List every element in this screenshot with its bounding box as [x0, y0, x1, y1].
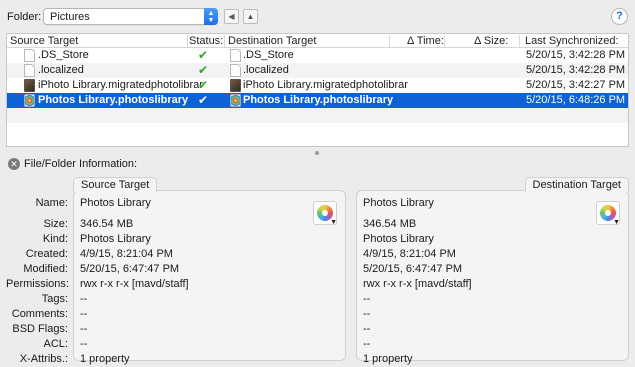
photos-library-icon	[230, 94, 241, 107]
source-bsd-flags: --	[80, 323, 88, 335]
destination-bsd-flags: --	[363, 323, 371, 335]
destination-created: 4/9/15, 8:21:04 PM	[363, 248, 456, 260]
iphoto-library-icon	[24, 79, 35, 92]
label-xattribs: X-Attribs.:	[19, 353, 68, 365]
column-header-last-synchronized[interactable]: Last Synchronized:	[525, 35, 619, 47]
source-comments: --	[80, 308, 88, 320]
folder-label: Folder:	[7, 11, 42, 23]
photos-library-icon	[24, 94, 35, 107]
last-synchronized: 5/20/15, 3:42:28 PM	[526, 49, 626, 61]
column-header-delta-time[interactable]: Δ Time:	[407, 35, 444, 47]
document-icon	[24, 49, 35, 62]
destination-filename: .DS_Store	[243, 49, 294, 61]
document-icon	[230, 64, 241, 77]
file-table[interactable]: Source Target Status: Destination Target…	[6, 33, 629, 147]
destination-tags: --	[363, 293, 371, 305]
source-filename: .DS_Store	[38, 49, 89, 61]
column-divider	[389, 35, 390, 47]
source-permissions: rwx r-x r-x [mavd/staff]	[80, 278, 189, 290]
source-size: 346.54 MB	[80, 218, 134, 230]
destination-name: Photos Library	[363, 197, 434, 209]
column-header-destination[interactable]: Destination Target	[228, 35, 316, 47]
destination-filename: .localized	[243, 64, 289, 76]
source-modified: 5/20/15, 6:47:47 PM	[80, 263, 180, 275]
iphoto-library-icon	[230, 79, 241, 92]
source-target-tab[interactable]: Source Target	[73, 177, 158, 192]
column-divider	[444, 35, 445, 47]
destination-kind: Photos Library	[363, 233, 434, 245]
source-created: 4/9/15, 8:21:04 PM	[80, 248, 173, 260]
info-labels: Name: Size: Kind: Created: Modified: Per…	[6, 197, 69, 367]
back-button[interactable]: ◀	[224, 9, 239, 24]
triangle-up-icon: ▲	[246, 12, 255, 21]
up-button[interactable]: ▲	[243, 9, 258, 24]
column-divider	[224, 35, 225, 47]
destination-xattribs: 1 property	[363, 353, 413, 365]
table-row[interactable]: .DS_Store ✔ .DS_Store 5/20/15, 3:42:28 P…	[7, 48, 628, 63]
destination-acl: --	[363, 338, 371, 350]
close-circle-icon[interactable]: ✕	[8, 158, 20, 170]
triangle-left-icon: ◀	[228, 12, 235, 21]
source-acl: --	[80, 338, 88, 350]
last-synchronized: 5/20/15, 3:42:28 PM	[526, 64, 626, 76]
destination-filename: Photos Library.photoslibrary	[243, 94, 394, 106]
source-target-panel: Source Target Photos Library 346.54 MB P…	[73, 177, 346, 365]
destination-size: 346.54 MB	[363, 218, 417, 230]
label-created: Created:	[25, 248, 68, 260]
source-kind: Photos Library	[80, 233, 151, 245]
source-values: Photos Library 346.54 MB Photos Library …	[80, 197, 189, 367]
source-name: Photos Library	[80, 197, 151, 209]
source-xattribs: 1 property	[80, 353, 130, 365]
checkmark-icon: ✔	[198, 93, 209, 107]
table-row[interactable]: iPhoto Library.migratedphotolibrar ✔ iPh…	[7, 78, 628, 93]
folder-select[interactable]: Pictures ▲ ▼	[43, 8, 218, 25]
destination-target-panel: Destination Target Photos Library 346.54…	[356, 177, 629, 365]
source-tags: --	[80, 293, 88, 305]
label-permissions: Permissions:	[6, 278, 69, 290]
destination-comments: --	[363, 308, 371, 320]
source-filename: Photos Library.photoslibrary	[38, 94, 189, 106]
table-row[interactable]: .localized ✔ .localized 5/20/15, 3:42:28…	[7, 63, 628, 78]
destination-permissions: rwx r-x r-x [mavd/staff]	[363, 278, 472, 290]
label-kind: Kind:	[42, 233, 68, 245]
label-tags: Tags:	[41, 293, 68, 305]
document-icon	[230, 49, 241, 62]
label-name: Name:	[35, 197, 68, 209]
column-header-status[interactable]: Status:	[189, 35, 223, 47]
help-button[interactable]: ?	[611, 8, 628, 25]
label-comments: Comments:	[11, 308, 68, 320]
column-divider	[519, 35, 520, 47]
destination-target-tab[interactable]: Destination Target	[524, 177, 629, 192]
info-section-title: File/Folder Information:	[24, 158, 138, 170]
chevron-updown-icon: ▲ ▼	[204, 8, 218, 25]
checkmark-icon: ✔	[198, 48, 209, 62]
table-row-selected[interactable]: Photos Library.photoslibrary ✔ Photos Li…	[7, 93, 628, 108]
source-filename: iPhoto Library.migratedphotolibrar	[38, 79, 203, 91]
label-bsd-flags: BSD Flags:	[12, 323, 68, 335]
photos-app-icon[interactable]: ▼	[313, 201, 337, 226]
column-header-delta-size[interactable]: Δ Size:	[474, 35, 508, 47]
last-synchronized: 5/20/15, 3:42:27 PM	[526, 79, 626, 91]
label-modified: Modified:	[23, 263, 68, 275]
destination-values: Photos Library 346.54 MB Photos Library …	[363, 197, 472, 367]
column-header-source[interactable]: Source Target	[10, 35, 78, 47]
checkmark-icon: ✔	[198, 63, 209, 77]
checkmark-icon: ✔	[198, 78, 209, 92]
source-filename: .localized	[38, 64, 84, 76]
label-acl: ACL:	[43, 338, 68, 350]
last-synchronized: 5/20/15, 6:48:26 PM	[526, 94, 626, 106]
column-divider	[187, 35, 188, 47]
photos-app-icon[interactable]: ▼	[596, 201, 620, 226]
table-row-empty	[7, 108, 628, 123]
destination-filename: iPhoto Library.migratedphotolibrar	[243, 79, 408, 91]
table-header: Source Target Status: Destination Target…	[7, 34, 628, 48]
splitter-handle[interactable]	[315, 151, 319, 155]
label-size: Size:	[43, 218, 68, 230]
table-row-empty	[7, 123, 628, 138]
caret-down-icon: ▼	[613, 219, 620, 226]
caret-down-icon: ▼	[330, 219, 337, 226]
document-icon	[24, 64, 35, 77]
destination-modified: 5/20/15, 6:47:47 PM	[363, 263, 463, 275]
folder-select-value: Pictures	[50, 11, 90, 23]
